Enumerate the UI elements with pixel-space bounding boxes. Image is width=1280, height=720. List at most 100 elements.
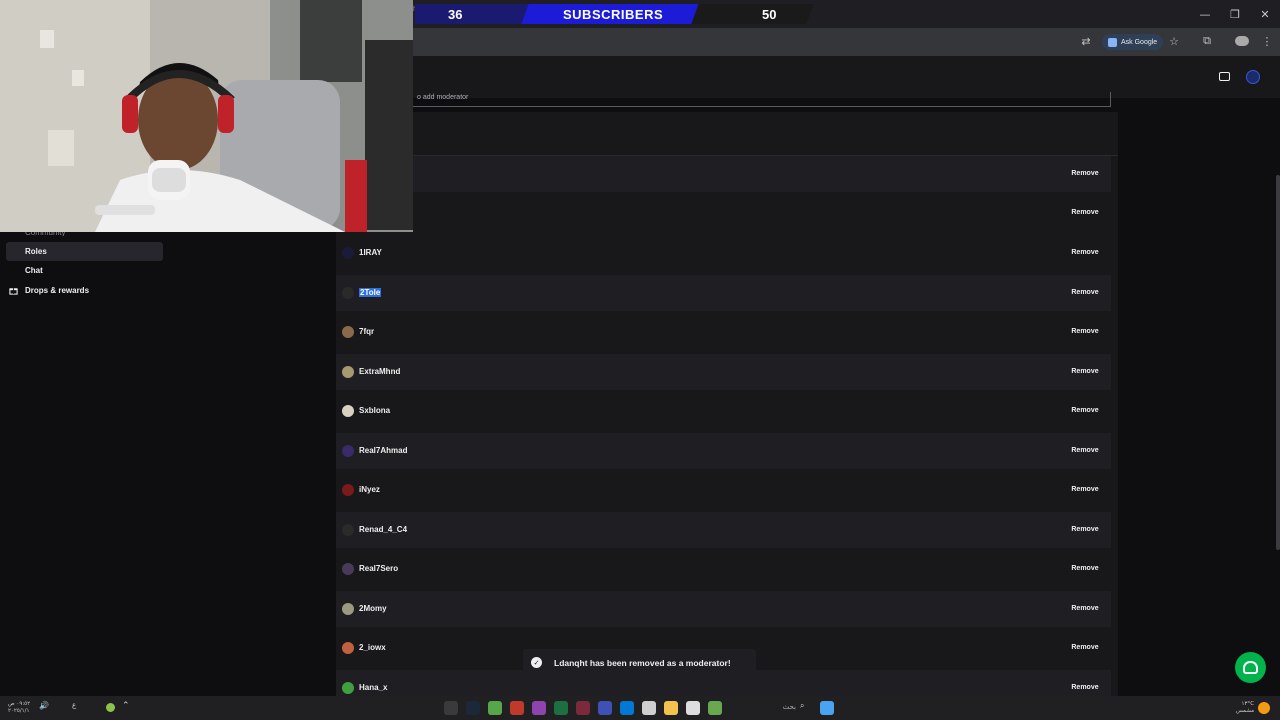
remove-button[interactable]: Remove bbox=[1065, 522, 1105, 538]
taskbar-app-icon[interactable] bbox=[510, 701, 524, 715]
sidebar-item-label: Drops & rewards bbox=[25, 286, 90, 295]
moderator-username[interactable]: ExtraMhnd bbox=[359, 367, 400, 376]
language-indicator[interactable]: ع bbox=[72, 701, 80, 715]
moderator-row: Remove bbox=[336, 156, 1111, 192]
taskbar-app-icon[interactable] bbox=[686, 701, 700, 715]
remove-button[interactable]: Remove bbox=[1065, 561, 1105, 577]
sidebar-item-drops[interactable]: Drops & rewards bbox=[6, 281, 163, 300]
support-chat-button[interactable] bbox=[1235, 652, 1266, 683]
steam-icon[interactable] bbox=[466, 701, 480, 715]
user-avatar[interactable] bbox=[1246, 70, 1260, 84]
moderator-username[interactable]: 2Momy bbox=[359, 604, 387, 613]
moderator-username[interactable]: 2Tole bbox=[359, 288, 382, 297]
remove-button[interactable]: Remove bbox=[1065, 166, 1105, 182]
moderator-username[interactable]: iNyez bbox=[359, 485, 380, 494]
moderator-username[interactable]: 7fqr bbox=[359, 327, 374, 336]
chevron-up-icon[interactable]: ⌃ bbox=[122, 701, 136, 715]
subscriber-goal-bar: 36 SUBSCRIBERS 50 bbox=[415, 4, 815, 24]
bookmark-star-icon[interactable]: ☆ bbox=[1167, 34, 1181, 48]
moderator-username[interactable]: Renad_4_C4 bbox=[359, 525, 407, 534]
taskbar-app-icon[interactable] bbox=[598, 701, 612, 715]
moderator-row: Remove bbox=[336, 195, 1111, 231]
avatar bbox=[342, 603, 354, 615]
clock-date: ٢٠٢٥/١/١ bbox=[8, 708, 30, 714]
remove-button[interactable]: Remove bbox=[1065, 601, 1105, 617]
taskbar-app-icon[interactable] bbox=[444, 701, 458, 715]
check-circle-icon: ✓ bbox=[531, 657, 542, 668]
taskbar-app-icon[interactable] bbox=[554, 701, 568, 715]
moderator-row: 2Momy Remove bbox=[336, 591, 1111, 627]
translate-icon[interactable]: ⇄ bbox=[1079, 34, 1093, 48]
subscriber-label: SUBSCRIBERS bbox=[563, 7, 664, 22]
remove-button[interactable]: Remove bbox=[1065, 680, 1105, 696]
taskbar-app-icon[interactable] bbox=[708, 701, 722, 715]
extensions-icon[interactable]: ⧉ bbox=[1200, 34, 1214, 48]
clock-time: ٠٩:٥٢ ص bbox=[8, 701, 31, 707]
moderator-row: Real7Sero Remove bbox=[336, 551, 1111, 587]
remove-button[interactable]: Remove bbox=[1065, 324, 1105, 340]
moderator-row: Sxblona Remove bbox=[336, 393, 1111, 429]
sun-icon[interactable] bbox=[1258, 702, 1270, 714]
subscriber-goal: 50 bbox=[762, 7, 777, 22]
moderator-row: 1IRAY Remove bbox=[336, 235, 1111, 271]
close-icon[interactable]: ✕ bbox=[1250, 0, 1280, 28]
moderator-username[interactable]: 1IRAY bbox=[359, 248, 382, 257]
avatar bbox=[342, 247, 354, 259]
moderator-row: iNyez Remove bbox=[336, 472, 1111, 508]
page-scrollbar[interactable] bbox=[1276, 175, 1280, 550]
ask-google-button[interactable]: Ask Google bbox=[1102, 34, 1164, 50]
moderator-row: ExtraMhnd Remove bbox=[336, 354, 1111, 390]
avatar bbox=[342, 445, 354, 457]
taskbar-app-icon[interactable] bbox=[642, 701, 656, 715]
search-icon: ⌕ bbox=[800, 701, 805, 710]
add-moderator-input[interactable]: o add moderator bbox=[413, 92, 1111, 107]
webcam-overlay bbox=[0, 0, 413, 232]
moderator-row: 7fqr Remove bbox=[336, 314, 1111, 350]
taskbar bbox=[0, 696, 1280, 720]
remove-button[interactable]: Remove bbox=[1065, 403, 1105, 419]
avatar bbox=[342, 642, 354, 654]
weather-widget[interactable]: ١٣°C مشمس bbox=[1236, 701, 1254, 715]
remove-button[interactable]: Remove bbox=[1065, 245, 1105, 261]
sidebar-item-roles[interactable]: Roles bbox=[6, 242, 163, 261]
avatar bbox=[342, 366, 354, 378]
taskbar-clock[interactable]: ٠٩:٥٢ ص ٢٠٢٥/١/١ bbox=[8, 701, 30, 715]
file-explorer-icon[interactable] bbox=[664, 701, 678, 715]
headset-icon bbox=[1243, 661, 1258, 674]
avatar bbox=[342, 563, 354, 575]
remove-button[interactable]: Remove bbox=[1065, 285, 1105, 301]
webcam-feed-image bbox=[0, 0, 413, 232]
ask-google-label: Ask Google bbox=[1121, 38, 1158, 46]
taskbar-app-icon[interactable] bbox=[532, 701, 546, 715]
start-icon[interactable] bbox=[820, 701, 834, 715]
remove-button[interactable]: Remove bbox=[1065, 443, 1105, 459]
sidebar-item-chat[interactable]: Chat bbox=[6, 261, 163, 280]
weather-temp: ١٣°C bbox=[1241, 701, 1255, 707]
moderator-username[interactable]: Real7Sero bbox=[359, 564, 398, 573]
remove-button[interactable]: Remove bbox=[1065, 640, 1105, 656]
minimize-icon[interactable]: — bbox=[1190, 0, 1220, 28]
stream-manager-icon[interactable] bbox=[1219, 72, 1230, 81]
taskbar-app-icon[interactable] bbox=[488, 701, 502, 715]
screen: hbr — ❐ ✕ ⇄ Ask Google ☆ ⧉ ⋮ o add moder… bbox=[0, 0, 1280, 720]
menu-kebab-icon[interactable]: ⋮ bbox=[1260, 34, 1274, 48]
avatar bbox=[342, 484, 354, 496]
edge-icon[interactable] bbox=[620, 701, 634, 715]
moderator-username[interactable]: Real7Ahmad bbox=[359, 446, 407, 455]
volume-icon[interactable]: 🔊 bbox=[39, 701, 53, 715]
avatar bbox=[342, 287, 354, 299]
sidebar-item-label: Chat bbox=[25, 266, 43, 275]
avatar bbox=[342, 405, 354, 417]
toast-notification: ✓ Ldanqht has been removed as a moderato… bbox=[523, 649, 756, 676]
moderator-username[interactable]: Hana_x bbox=[359, 683, 387, 692]
avatar bbox=[342, 682, 354, 694]
tray-app-icon[interactable] bbox=[106, 703, 115, 712]
profile-avatar[interactable] bbox=[1235, 36, 1249, 46]
taskbar-app-icon[interactable] bbox=[576, 701, 590, 715]
restore-icon[interactable]: ❐ bbox=[1220, 0, 1250, 28]
remove-button[interactable]: Remove bbox=[1065, 482, 1105, 498]
moderator-username[interactable]: 2_iowx bbox=[359, 643, 386, 652]
moderator-username[interactable]: Sxblona bbox=[359, 406, 390, 415]
remove-button[interactable]: Remove bbox=[1065, 205, 1105, 221]
remove-button[interactable]: Remove bbox=[1065, 364, 1105, 380]
